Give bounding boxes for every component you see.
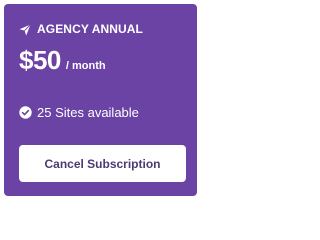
plan-header: AGENCY ANNUAL <box>19 22 143 36</box>
plan-price: $50 <box>19 45 61 75</box>
paper-plane-icon <box>19 23 31 36</box>
cancel-subscription-button[interactable]: Cancel Subscription <box>19 145 186 182</box>
price-row: $50 / month <box>19 45 106 76</box>
plan-name: AGENCY ANNUAL <box>37 22 143 36</box>
check-circle-icon <box>19 106 32 119</box>
price-period: / month <box>65 60 106 72</box>
subscription-card: AGENCY ANNUAL $50 / month 25 Sites avail… <box>4 4 197 196</box>
feature-item: 25 Sites available <box>19 105 139 120</box>
feature-label: 25 Sites available <box>37 105 139 120</box>
